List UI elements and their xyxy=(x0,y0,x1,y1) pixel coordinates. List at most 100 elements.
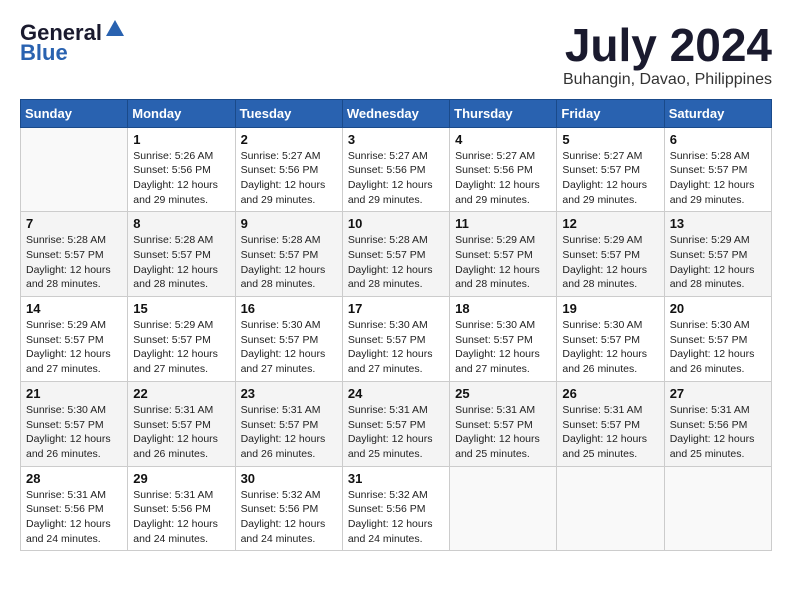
calendar-week-row: 21 Sunrise: 5:30 AM Sunset: 5:57 PM Dayl… xyxy=(21,381,772,466)
table-row: 11 Sunrise: 5:29 AM Sunset: 5:57 PM Dayl… xyxy=(450,212,557,297)
table-row: 31 Sunrise: 5:32 AM Sunset: 5:56 PM Dayl… xyxy=(342,466,449,551)
calendar-week-row: 7 Sunrise: 5:28 AM Sunset: 5:57 PM Dayli… xyxy=(21,212,772,297)
day-info: Sunrise: 5:29 AM Sunset: 5:57 PM Dayligh… xyxy=(455,233,551,292)
day-info: Sunrise: 5:31 AM Sunset: 5:57 PM Dayligh… xyxy=(348,403,444,462)
logo-blue: Blue xyxy=(20,40,68,66)
day-number: 23 xyxy=(241,386,337,401)
location-subtitle: Buhangin, Davao, Philippines xyxy=(563,71,772,89)
day-number: 30 xyxy=(241,471,337,486)
month-title: July 2024 xyxy=(563,20,772,71)
logo-icon xyxy=(104,18,126,40)
day-number: 20 xyxy=(670,301,766,316)
table-row: 4 Sunrise: 5:27 AM Sunset: 5:56 PM Dayli… xyxy=(450,127,557,212)
day-info: Sunrise: 5:31 AM Sunset: 5:57 PM Dayligh… xyxy=(133,403,229,462)
day-info: Sunrise: 5:31 AM Sunset: 5:57 PM Dayligh… xyxy=(562,403,658,462)
table-row: 15 Sunrise: 5:29 AM Sunset: 5:57 PM Dayl… xyxy=(128,297,235,382)
table-row: 21 Sunrise: 5:30 AM Sunset: 5:57 PM Dayl… xyxy=(21,381,128,466)
calendar-week-row: 28 Sunrise: 5:31 AM Sunset: 5:56 PM Dayl… xyxy=(21,466,772,551)
day-number: 6 xyxy=(670,132,766,147)
table-row: 7 Sunrise: 5:28 AM Sunset: 5:57 PM Dayli… xyxy=(21,212,128,297)
day-number: 11 xyxy=(455,216,551,231)
table-row xyxy=(450,466,557,551)
day-number: 24 xyxy=(348,386,444,401)
day-number: 3 xyxy=(348,132,444,147)
day-number: 7 xyxy=(26,216,122,231)
day-number: 10 xyxy=(348,216,444,231)
table-row: 16 Sunrise: 5:30 AM Sunset: 5:57 PM Dayl… xyxy=(235,297,342,382)
day-number: 5 xyxy=(562,132,658,147)
day-number: 16 xyxy=(241,301,337,316)
table-row: 29 Sunrise: 5:31 AM Sunset: 5:56 PM Dayl… xyxy=(128,466,235,551)
day-info: Sunrise: 5:31 AM Sunset: 5:56 PM Dayligh… xyxy=(133,488,229,547)
day-number: 8 xyxy=(133,216,229,231)
table-row xyxy=(21,127,128,212)
day-info: Sunrise: 5:32 AM Sunset: 5:56 PM Dayligh… xyxy=(348,488,444,547)
day-info: Sunrise: 5:30 AM Sunset: 5:57 PM Dayligh… xyxy=(670,318,766,377)
day-info: Sunrise: 5:27 AM Sunset: 5:56 PM Dayligh… xyxy=(241,149,337,208)
title-area: July 2024 Buhangin, Davao, Philippines xyxy=(563,20,772,89)
day-info: Sunrise: 5:29 AM Sunset: 5:57 PM Dayligh… xyxy=(562,233,658,292)
day-info: Sunrise: 5:31 AM Sunset: 5:57 PM Dayligh… xyxy=(455,403,551,462)
col-saturday: Saturday xyxy=(664,99,771,127)
calendar-week-row: 14 Sunrise: 5:29 AM Sunset: 5:57 PM Dayl… xyxy=(21,297,772,382)
table-row: 19 Sunrise: 5:30 AM Sunset: 5:57 PM Dayl… xyxy=(557,297,664,382)
table-row: 3 Sunrise: 5:27 AM Sunset: 5:56 PM Dayli… xyxy=(342,127,449,212)
table-row: 8 Sunrise: 5:28 AM Sunset: 5:57 PM Dayli… xyxy=(128,212,235,297)
table-row: 18 Sunrise: 5:30 AM Sunset: 5:57 PM Dayl… xyxy=(450,297,557,382)
col-friday: Friday xyxy=(557,99,664,127)
day-number: 19 xyxy=(562,301,658,316)
col-monday: Monday xyxy=(128,99,235,127)
day-number: 2 xyxy=(241,132,337,147)
day-number: 1 xyxy=(133,132,229,147)
table-row: 9 Sunrise: 5:28 AM Sunset: 5:57 PM Dayli… xyxy=(235,212,342,297)
day-number: 9 xyxy=(241,216,337,231)
table-row: 2 Sunrise: 5:27 AM Sunset: 5:56 PM Dayli… xyxy=(235,127,342,212)
table-row: 17 Sunrise: 5:30 AM Sunset: 5:57 PM Dayl… xyxy=(342,297,449,382)
day-info: Sunrise: 5:30 AM Sunset: 5:57 PM Dayligh… xyxy=(241,318,337,377)
day-number: 13 xyxy=(670,216,766,231)
col-sunday: Sunday xyxy=(21,99,128,127)
day-number: 15 xyxy=(133,301,229,316)
table-row: 14 Sunrise: 5:29 AM Sunset: 5:57 PM Dayl… xyxy=(21,297,128,382)
col-wednesday: Wednesday xyxy=(342,99,449,127)
day-info: Sunrise: 5:31 AM Sunset: 5:56 PM Dayligh… xyxy=(26,488,122,547)
calendar-week-row: 1 Sunrise: 5:26 AM Sunset: 5:56 PM Dayli… xyxy=(21,127,772,212)
table-row xyxy=(664,466,771,551)
day-info: Sunrise: 5:28 AM Sunset: 5:57 PM Dayligh… xyxy=(348,233,444,292)
day-info: Sunrise: 5:28 AM Sunset: 5:57 PM Dayligh… xyxy=(670,149,766,208)
day-info: Sunrise: 5:32 AM Sunset: 5:56 PM Dayligh… xyxy=(241,488,337,547)
day-number: 27 xyxy=(670,386,766,401)
table-row: 10 Sunrise: 5:28 AM Sunset: 5:57 PM Dayl… xyxy=(342,212,449,297)
day-info: Sunrise: 5:30 AM Sunset: 5:57 PM Dayligh… xyxy=(562,318,658,377)
day-info: Sunrise: 5:29 AM Sunset: 5:57 PM Dayligh… xyxy=(26,318,122,377)
table-row: 26 Sunrise: 5:31 AM Sunset: 5:57 PM Dayl… xyxy=(557,381,664,466)
day-info: Sunrise: 5:28 AM Sunset: 5:57 PM Dayligh… xyxy=(26,233,122,292)
day-number: 4 xyxy=(455,132,551,147)
day-info: Sunrise: 5:30 AM Sunset: 5:57 PM Dayligh… xyxy=(348,318,444,377)
col-thursday: Thursday xyxy=(450,99,557,127)
table-row: 23 Sunrise: 5:31 AM Sunset: 5:57 PM Dayl… xyxy=(235,381,342,466)
day-info: Sunrise: 5:30 AM Sunset: 5:57 PM Dayligh… xyxy=(26,403,122,462)
day-info: Sunrise: 5:30 AM Sunset: 5:57 PM Dayligh… xyxy=(455,318,551,377)
table-row: 6 Sunrise: 5:28 AM Sunset: 5:57 PM Dayli… xyxy=(664,127,771,212)
table-row: 30 Sunrise: 5:32 AM Sunset: 5:56 PM Dayl… xyxy=(235,466,342,551)
table-row: 28 Sunrise: 5:31 AM Sunset: 5:56 PM Dayl… xyxy=(21,466,128,551)
day-info: Sunrise: 5:28 AM Sunset: 5:57 PM Dayligh… xyxy=(241,233,337,292)
day-info: Sunrise: 5:31 AM Sunset: 5:57 PM Dayligh… xyxy=(241,403,337,462)
table-row: 12 Sunrise: 5:29 AM Sunset: 5:57 PM Dayl… xyxy=(557,212,664,297)
table-row: 20 Sunrise: 5:30 AM Sunset: 5:57 PM Dayl… xyxy=(664,297,771,382)
table-row: 13 Sunrise: 5:29 AM Sunset: 5:57 PM Dayl… xyxy=(664,212,771,297)
day-number: 18 xyxy=(455,301,551,316)
table-row: 1 Sunrise: 5:26 AM Sunset: 5:56 PM Dayli… xyxy=(128,127,235,212)
day-number: 28 xyxy=(26,471,122,486)
table-row: 5 Sunrise: 5:27 AM Sunset: 5:57 PM Dayli… xyxy=(557,127,664,212)
day-info: Sunrise: 5:26 AM Sunset: 5:56 PM Dayligh… xyxy=(133,149,229,208)
table-row: 25 Sunrise: 5:31 AM Sunset: 5:57 PM Dayl… xyxy=(450,381,557,466)
day-number: 26 xyxy=(562,386,658,401)
table-row: 22 Sunrise: 5:31 AM Sunset: 5:57 PM Dayl… xyxy=(128,381,235,466)
day-info: Sunrise: 5:27 AM Sunset: 5:57 PM Dayligh… xyxy=(562,149,658,208)
table-row: 24 Sunrise: 5:31 AM Sunset: 5:57 PM Dayl… xyxy=(342,381,449,466)
page-header: General Blue July 2024 Buhangin, Davao, … xyxy=(20,20,772,89)
day-number: 17 xyxy=(348,301,444,316)
day-number: 25 xyxy=(455,386,551,401)
